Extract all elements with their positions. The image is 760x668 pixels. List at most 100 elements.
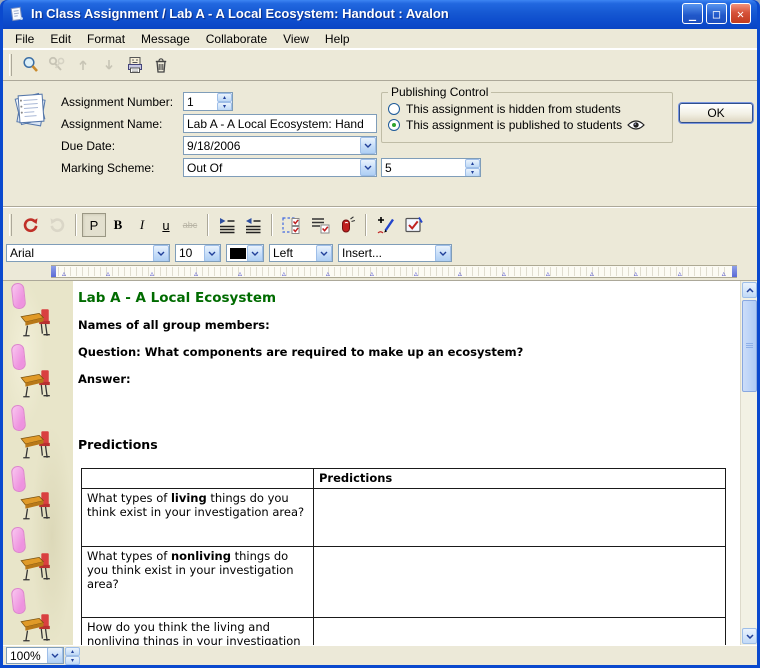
chevron-down-icon[interactable] — [47, 647, 63, 664]
menu-view[interactable]: View — [275, 30, 317, 48]
table-row: What types of living things do you think… — [82, 489, 726, 547]
assignment-number-spinner[interactable]: ▴▾ — [217, 93, 232, 111]
right-indent-marker[interactable] — [732, 266, 737, 277]
margin-art-unit — [3, 586, 73, 645]
radio-published-option[interactable]: This assignment is published to students — [388, 118, 666, 132]
ruler[interactable]: ▵▵▵▵▵▵▵▵▵▵▵▵▵▵▵▵ — [3, 263, 757, 280]
menu-bar: File Edit Format Message Collaborate Vie… — [3, 29, 757, 49]
assignment-number-label: Assignment Number: — [61, 95, 173, 109]
answer-line: Answer: — [78, 372, 734, 387]
due-date-combobox[interactable]: 9/18/2006 — [183, 136, 377, 155]
left-indent-marker[interactable] — [51, 266, 56, 277]
vertical-scrollbar[interactable] — [740, 281, 757, 645]
editor-toolbar: P B I u abc — [3, 206, 757, 243]
strikethrough-button: abc — [178, 213, 202, 237]
align-combobox[interactable]: Left — [269, 244, 333, 262]
review-checkbox-icon[interactable] — [400, 213, 428, 237]
zoom-combobox[interactable]: 100% — [6, 647, 64, 664]
move-down-icon — [96, 52, 122, 78]
search-icon[interactable] — [18, 52, 44, 78]
outdent-icon[interactable] — [240, 213, 266, 237]
desk-icon — [19, 429, 53, 461]
document-area[interactable]: Lab A - A Local Ecosystem Names of all g… — [3, 280, 757, 645]
table-header-predictions: Predictions — [314, 469, 726, 489]
redo-icon — [44, 213, 70, 237]
answer-cell[interactable] — [314, 618, 726, 646]
move-up-icon — [70, 52, 96, 78]
undo-icon[interactable] — [18, 213, 44, 237]
menu-format[interactable]: Format — [79, 30, 133, 48]
menu-message[interactable]: Message — [133, 30, 198, 48]
margin-art-unit — [3, 403, 73, 464]
insert-checkbox-list-icon[interactable] — [306, 213, 334, 237]
app-window: In Class Assignment / Lab A - A Local Ec… — [0, 0, 760, 668]
answer-cell[interactable] — [314, 547, 726, 618]
font-size-combobox[interactable]: 10 — [175, 244, 221, 262]
italic-button[interactable]: I — [130, 213, 154, 237]
eye-icon — [627, 119, 645, 131]
toolbar-grip[interactable] — [9, 214, 12, 236]
font-color-combobox[interactable] — [226, 244, 264, 262]
zoom-spinner[interactable]: ▴▾ — [65, 647, 80, 664]
desk-icon — [19, 307, 53, 339]
font-family-combobox[interactable]: Arial — [6, 244, 170, 262]
assignment-name-input[interactable] — [184, 117, 376, 131]
insert-checkbox-selection-icon[interactable] — [278, 213, 306, 237]
margin-art-unit — [3, 342, 73, 403]
marking-points-spinner[interactable]: ▴▾ — [465, 159, 480, 177]
margin-art-unit — [3, 281, 73, 342]
assignment-number-field[interactable]: 1 ▴▾ — [183, 92, 233, 111]
due-date-label: Due Date: — [61, 139, 115, 153]
title-bar[interactable]: In Class Assignment / Lab A - A Local Ec… — [3, 0, 757, 29]
format-bar: Arial 10 Left — [3, 243, 757, 263]
radio-button-selected-icon[interactable] — [388, 119, 400, 131]
menu-edit[interactable]: Edit — [42, 30, 79, 48]
answer-cell[interactable] — [314, 489, 726, 547]
question-cell: What types of nonliving things do you th… — [82, 547, 314, 618]
chevron-down-icon[interactable] — [204, 245, 220, 262]
document-heading: Lab A - A Local Ecosystem — [78, 290, 734, 307]
eraser-graphic — [11, 404, 27, 431]
ruler-strip: ▵▵▵▵▵▵▵▵▵▵▵▵▵▵▵▵ — [51, 265, 737, 278]
menu-collaborate[interactable]: Collaborate — [198, 30, 275, 48]
scrollbar-thumb[interactable] — [742, 300, 757, 392]
assignment-name-field[interactable] — [183, 114, 377, 133]
radio-hidden-label: This assignment is hidden from students — [406, 102, 621, 116]
indent-icon[interactable] — [214, 213, 240, 237]
table-header-row: Predictions — [82, 469, 726, 489]
menu-file[interactable]: File — [7, 30, 42, 48]
publishing-control-legend: Publishing Control — [388, 85, 491, 99]
chevron-down-icon[interactable] — [360, 159, 376, 176]
assignment-name-label: Assignment Name: — [61, 117, 162, 131]
minimize-button[interactable]: _ — [682, 3, 703, 24]
radio-hidden-option[interactable]: This assignment is hidden from students — [388, 102, 666, 116]
print-icon[interactable] — [122, 52, 148, 78]
bold-button[interactable]: B — [106, 213, 130, 237]
question-cell: What types of living things do you think… — [82, 489, 314, 547]
radio-button-icon[interactable] — [388, 103, 400, 115]
underline-button[interactable]: u — [154, 213, 178, 237]
maximize-button[interactable]: □ — [706, 3, 727, 24]
window-title: In Class Assignment / Lab A - A Local Ec… — [31, 6, 679, 21]
scroll-up-icon[interactable] — [742, 282, 757, 298]
chevron-down-icon[interactable] — [153, 245, 169, 262]
insert-marker-icon[interactable] — [334, 213, 360, 237]
insert-combobox[interactable]: Insert... — [338, 244, 452, 262]
chevron-down-icon[interactable] — [435, 245, 451, 262]
marking-points-field[interactable]: 5 ▴▾ — [381, 158, 481, 177]
annotate-pen-icon[interactable] — [372, 213, 400, 237]
marking-scheme-combobox[interactable]: Out Of — [183, 158, 377, 177]
chevron-down-icon[interactable] — [316, 245, 332, 262]
chevron-down-icon[interactable] — [247, 245, 263, 262]
paragraph-button[interactable]: P — [82, 213, 106, 237]
margin-art-unit — [3, 464, 73, 525]
document-content[interactable]: Lab A - A Local Ecosystem Names of all g… — [73, 281, 740, 645]
close-button[interactable]: ✕ — [730, 3, 751, 24]
menu-help[interactable]: Help — [317, 30, 358, 48]
scroll-down-icon[interactable] — [742, 628, 757, 644]
ok-button[interactable]: OK — [679, 103, 753, 123]
toolbar-grip[interactable] — [9, 54, 12, 76]
chevron-down-icon[interactable] — [360, 137, 376, 154]
delete-icon[interactable] — [148, 52, 174, 78]
status-bar: 100% ▴▾ — [3, 645, 757, 665]
